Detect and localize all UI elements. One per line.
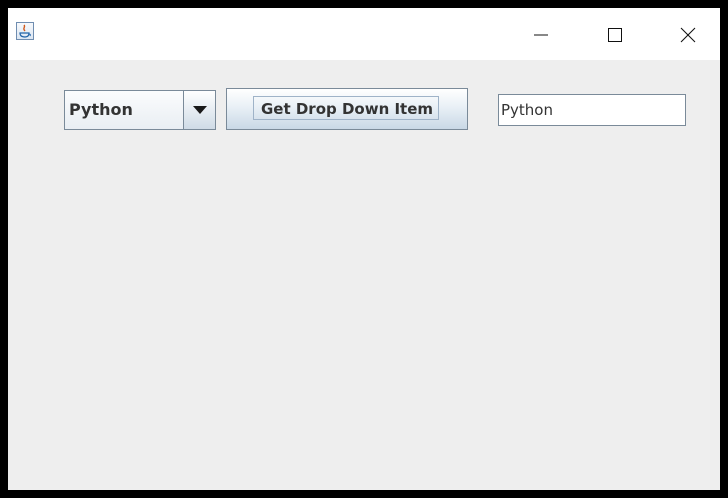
result-text-field[interactable] bbox=[498, 94, 686, 126]
combo-dropdown-button[interactable] bbox=[183, 91, 215, 129]
content-panel: Python Get Drop Down Item bbox=[8, 60, 720, 490]
maximize-icon bbox=[608, 28, 622, 42]
language-combo-box[interactable]: Python bbox=[64, 90, 216, 130]
get-drop-down-item-button[interactable]: Get Drop Down Item bbox=[226, 88, 468, 130]
maximize-button[interactable] bbox=[592, 12, 638, 56]
app-window: Python Get Drop Down Item bbox=[8, 8, 720, 490]
minimize-icon bbox=[534, 34, 548, 36]
button-label: Get Drop Down Item bbox=[260, 100, 434, 118]
minimize-button[interactable] bbox=[518, 12, 564, 56]
title-bar[interactable] bbox=[8, 8, 720, 60]
caret-down-icon bbox=[192, 106, 207, 114]
close-button[interactable] bbox=[665, 12, 711, 56]
close-icon bbox=[680, 27, 696, 43]
combo-selected-value[interactable]: Python bbox=[65, 91, 183, 129]
java-icon[interactable] bbox=[16, 22, 34, 40]
